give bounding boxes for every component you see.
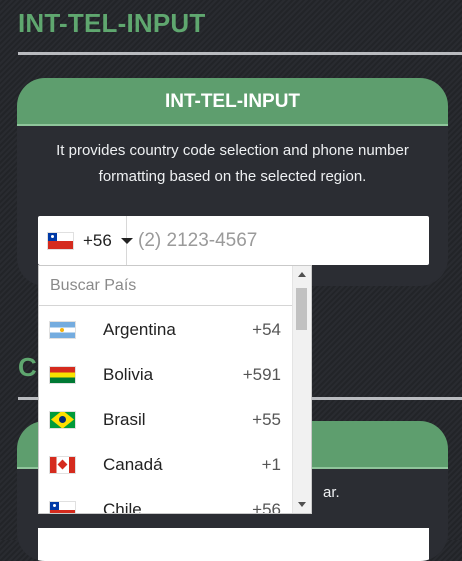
chile-flag-icon [48, 232, 73, 249]
country-dial-code: +1 [261, 454, 281, 474]
bolivia-flag-icon [50, 366, 75, 383]
selected-dial-code: +56 [83, 230, 112, 250]
country-dial-code: +591 [242, 364, 281, 384]
country-search-box [39, 266, 293, 306]
country-dropdown: Argentina +54 Bolivia +591 Brasil +55 Ca… [38, 265, 312, 514]
country-dial-code: +56 [252, 499, 281, 514]
second-card-text: ar. [323, 484, 340, 501]
country-option-chile[interactable]: Chile +56 [39, 487, 293, 514]
argentina-flag-icon [50, 321, 75, 338]
dropdown-scrollbar[interactable] [292, 266, 311, 513]
country-option-canada[interactable]: Canadá +1 [39, 442, 293, 487]
card-description: It provides country code selection and p… [56, 142, 409, 185]
country-selector[interactable]: +56 [38, 216, 133, 265]
scroll-up-arrow-icon[interactable] [298, 272, 306, 277]
country-dial-code: +54 [252, 319, 281, 339]
phone-input-group: +56 [38, 216, 429, 265]
country-search-input[interactable] [39, 266, 293, 305]
title-divider [18, 52, 462, 55]
scroll-down-arrow-icon[interactable] [298, 502, 306, 507]
second-card-input[interactable] [38, 528, 429, 561]
country-name: Chile [103, 499, 142, 514]
phone-number-input[interactable] [127, 216, 429, 265]
canada-flag-icon [50, 456, 75, 473]
country-option-argentina[interactable]: Argentina +54 [39, 307, 293, 352]
country-option-brasil[interactable]: Brasil +55 [39, 397, 293, 442]
country-name: Bolivia [103, 364, 154, 384]
country-dial-code: +55 [252, 409, 281, 429]
brazil-flag-icon [50, 411, 75, 428]
page-title: INT-TEL-INPUT [18, 8, 206, 38]
int-tel-input-card: INT-TEL-INPUT It provides country code s… [17, 78, 448, 286]
scrollbar-thumb[interactable] [296, 288, 307, 330]
country-option-bolivia[interactable]: Bolivia +591 [39, 352, 293, 397]
country-name: Argentina [103, 319, 176, 339]
chile-flag-icon [50, 501, 75, 513]
country-name: Canadá [103, 454, 163, 474]
card-header: INT-TEL-INPUT [17, 78, 448, 126]
country-name: Brasil [103, 409, 146, 429]
